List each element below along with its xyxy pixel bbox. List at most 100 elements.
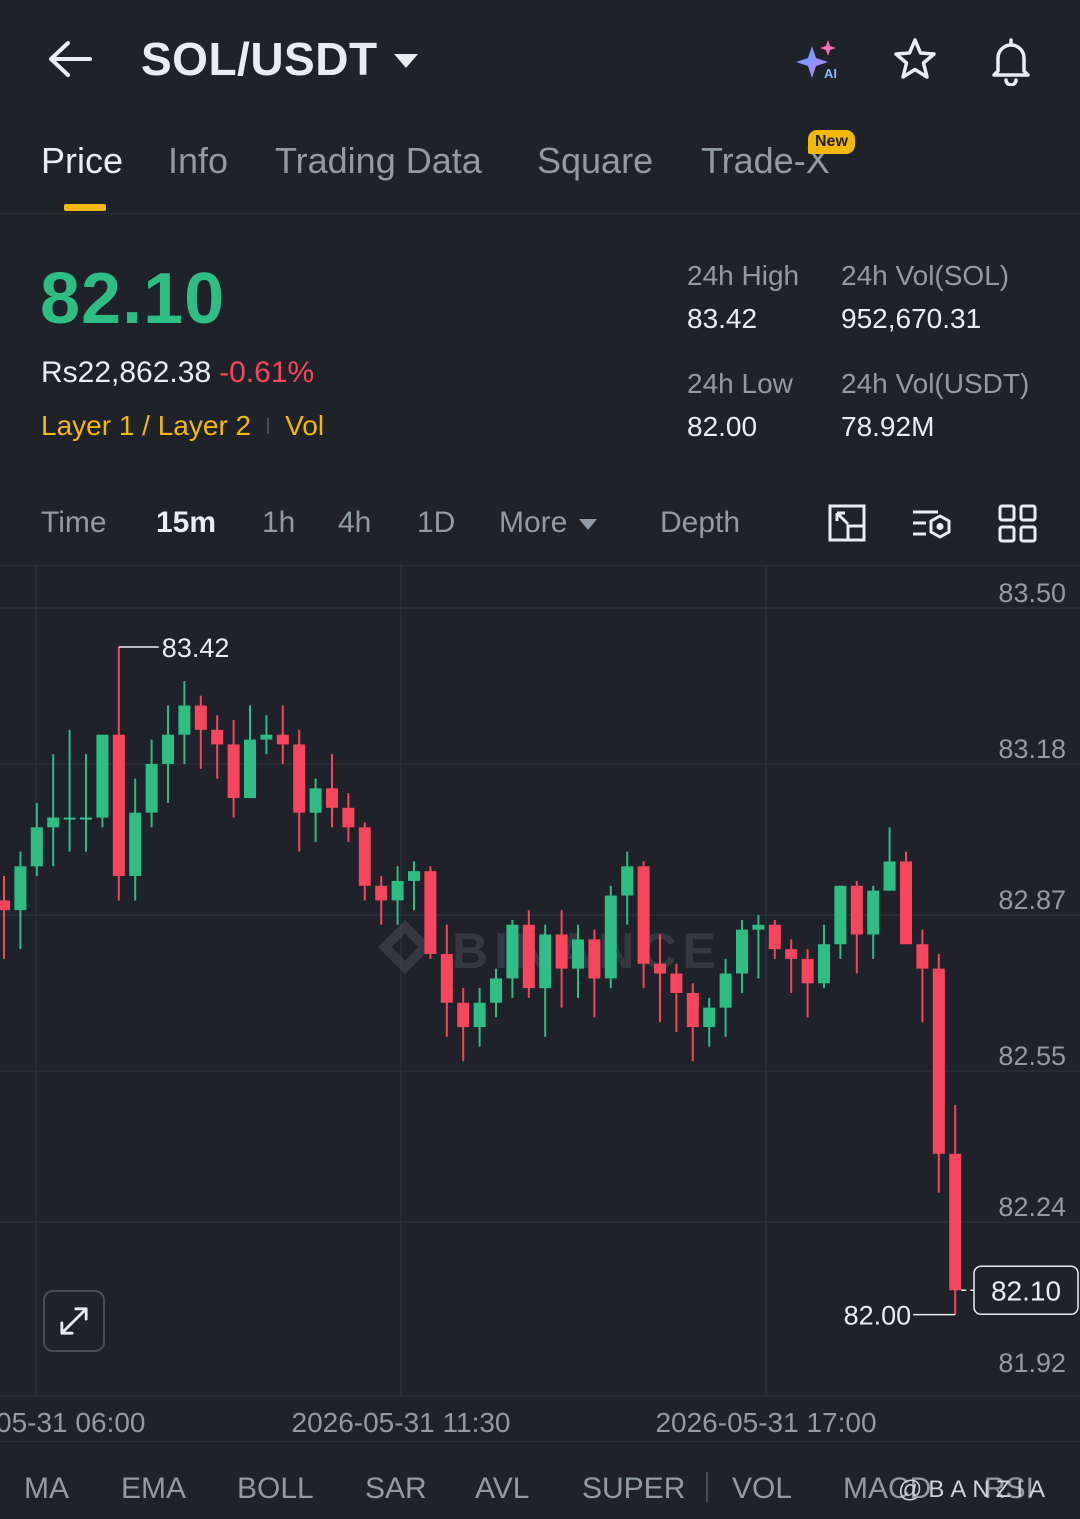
- candle-body: [949, 1153, 962, 1291]
- fiat-price: Rs22,862.38: [41, 356, 212, 389]
- depth-tab[interactable]: Depth: [660, 506, 740, 540]
- indicator-super[interactable]: SUPER: [582, 1472, 685, 1506]
- candle-body: [506, 924, 519, 979]
- candle-body: [719, 973, 732, 1008]
- top-bar: SOL/USDT AI: [0, 0, 1080, 118]
- candle-body: [637, 866, 650, 964]
- candle-body: [211, 729, 224, 745]
- pair-selector[interactable]: SOL/USDT: [141, 32, 418, 86]
- bell-icon[interactable]: [985, 34, 1037, 86]
- candle-body: [440, 954, 453, 1003]
- grid-layout-icon[interactable]: [996, 502, 1040, 546]
- interval-4h[interactable]: 4h: [338, 506, 371, 540]
- tag-divider: [267, 418, 270, 434]
- vol-sol-value: 952,670.31: [841, 303, 982, 334]
- candle-body: [358, 827, 371, 886]
- fiat-price-row: Rs22,862.38 -0.61%: [41, 356, 314, 390]
- interval-15m[interactable]: 15m: [156, 506, 216, 540]
- vol-usdt-value: 78.92M: [841, 411, 935, 442]
- candle-body: [654, 963, 666, 974]
- candlestick-chart[interactable]: 83.50 83.18 82.87 82.55 82.24 81.92 BINANCE 83.…: [0, 566, 1080, 1441]
- candle-body: [932, 968, 945, 1154]
- back-arrow-icon[interactable]: [44, 36, 94, 82]
- fullscreen-expand-icon[interactable]: [43, 1290, 105, 1352]
- candle-body: [604, 895, 617, 979]
- indicator-settings-icon[interactable]: [910, 502, 954, 546]
- candle-body: [473, 1002, 486, 1028]
- candle-body: [80, 817, 92, 820]
- candle-body: [375, 885, 388, 901]
- interval-1d[interactable]: 1D: [417, 506, 455, 540]
- candle-body: [30, 827, 43, 867]
- candle-body: [883, 861, 896, 891]
- candle-body: [834, 885, 847, 945]
- vol-tag[interactable]: Vol: [285, 410, 324, 442]
- candle-body: [129, 812, 142, 877]
- active-tab-indicator: [64, 204, 106, 211]
- candle-body: [572, 939, 584, 969]
- tab-trading-data[interactable]: Trading Data: [275, 140, 482, 182]
- candle-body: [63, 817, 76, 820]
- pair-title: SOL/USDT: [141, 33, 378, 85]
- interval-time[interactable]: Time: [41, 506, 107, 540]
- candle-body: [457, 1002, 470, 1028]
- indicator-divider: [706, 1472, 708, 1502]
- high-value: 83.42: [687, 303, 758, 334]
- x-tick-label: 2026-05-31 11:30: [292, 1407, 511, 1438]
- ai-sparkle-icon[interactable]: AI: [792, 34, 844, 86]
- candle-body: [227, 744, 240, 799]
- candle-body: [326, 788, 338, 808]
- indicator-avl[interactable]: AVL: [475, 1472, 529, 1506]
- chevron-down-icon: [579, 518, 598, 530]
- candle-body: [850, 885, 863, 935]
- tab-square[interactable]: Square: [537, 140, 653, 182]
- indicator-sar[interactable]: SAR: [365, 1472, 427, 1506]
- star-icon[interactable]: [889, 34, 941, 86]
- interval-1h[interactable]: 1h: [262, 506, 295, 540]
- tab-info[interactable]: Info: [168, 140, 228, 182]
- main-tabs: Price Info Trading Data Square Trade-X: [0, 118, 1080, 214]
- y-tick-label: 82.24: [998, 1192, 1066, 1222]
- indicator-ema[interactable]: EMA: [121, 1472, 186, 1506]
- new-badge: New: [808, 130, 855, 154]
- tab-price[interactable]: Price: [41, 140, 123, 182]
- ai-badge: AI: [824, 66, 837, 81]
- candle-body: [752, 924, 765, 930]
- candle-body: [670, 973, 683, 993]
- candle-body: [112, 734, 125, 877]
- y-tick-label: 83.18: [998, 734, 1066, 764]
- vol-usdt-label: 24h Vol(USDT): [841, 368, 1030, 399]
- candle-body: [194, 705, 207, 730]
- candle-body: [96, 734, 109, 818]
- candle-body: [818, 944, 830, 984]
- indicator-ma[interactable]: MA: [24, 1472, 69, 1506]
- candle-body: [14, 866, 27, 911]
- candle-body: [0, 900, 10, 911]
- x-tick-label: 2026-05-31 17:00: [655, 1407, 876, 1438]
- candle-body: [539, 934, 552, 989]
- candle-body: [408, 871, 420, 881]
- candle-body: [555, 934, 568, 969]
- interval-more[interactable]: More: [499, 506, 598, 540]
- category-tag[interactable]: Layer 1 / Layer 2: [41, 410, 251, 442]
- footer-watermark: @BANZIA: [898, 1476, 1052, 1503]
- candle-body: [293, 744, 306, 813]
- y-tick-label: 82.55: [998, 1041, 1066, 1071]
- candle-body: [801, 958, 814, 984]
- candle-body: [244, 739, 256, 799]
- low-value: 82.00: [687, 411, 758, 442]
- vol-sol-label: 24h Vol(SOL): [841, 260, 1010, 291]
- indicator-boll[interactable]: BOLL: [237, 1472, 314, 1506]
- candle-body: [490, 978, 502, 1003]
- candle-body: [686, 993, 699, 1028]
- chart-mode-icon[interactable]: [826, 502, 870, 546]
- candle-body: [900, 861, 912, 945]
- y-tick-label: 83.50: [998, 578, 1066, 608]
- x-tick-label: 05-31 06:00: [0, 1407, 145, 1438]
- candle-body: [703, 1007, 716, 1028]
- candle-body: [768, 924, 781, 950]
- indicator-vol[interactable]: VOL: [732, 1472, 792, 1506]
- candle-body: [47, 817, 60, 828]
- high-label: 24h High: [687, 260, 800, 291]
- y-tick-label: 82.87: [998, 885, 1066, 915]
